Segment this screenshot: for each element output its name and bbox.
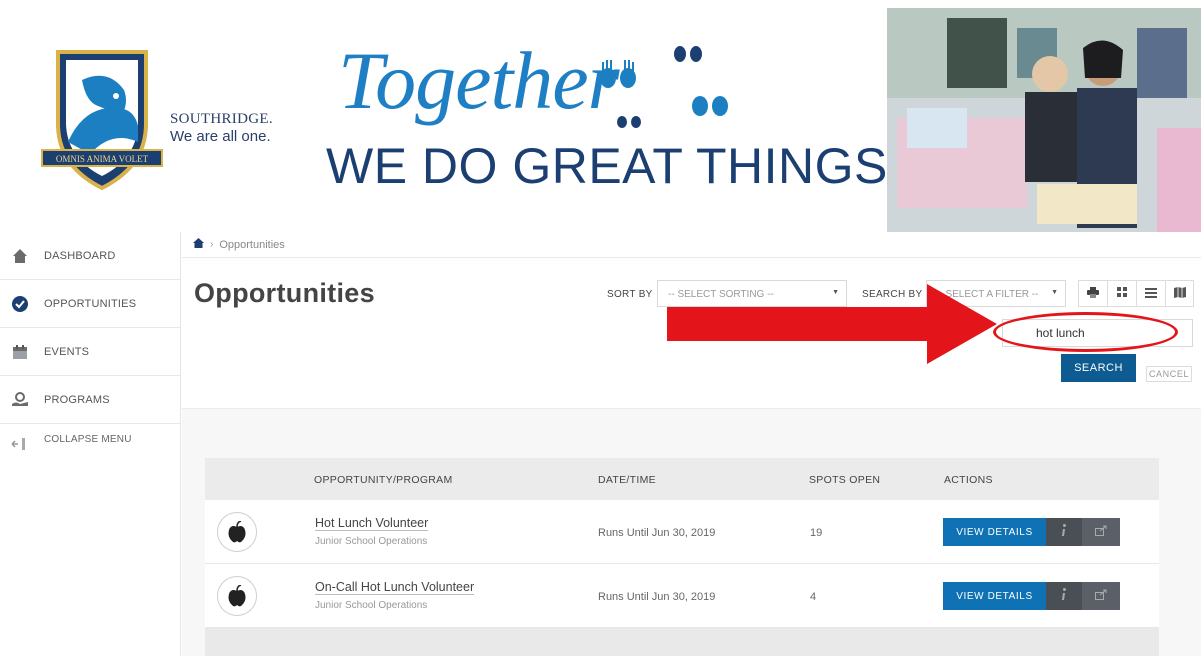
hand-coin-icon — [10, 390, 30, 410]
opportunity-name-link[interactable]: On-Call Hot Lunch Volunteer — [315, 580, 475, 595]
header-banner: OMNIS ANIMA VOLET SOUTHRIDGE. We are all… — [0, 0, 1201, 232]
opportunities-table: OPPORTUNITY/PROGRAM DATE/TIME SPOTS OPEN… — [205, 458, 1159, 656]
table-footer — [205, 628, 1159, 656]
home-icon — [10, 246, 30, 266]
date-time: Runs Until Jun 30, 2019 — [598, 591, 716, 603]
share-button[interactable] — [1082, 518, 1120, 546]
table-row: On-Call Hot Lunch Volunteer Junior Schoo… — [205, 564, 1159, 628]
red-arrow-annotation — [667, 284, 997, 364]
search-button[interactable]: SEARCH — [1061, 354, 1136, 382]
check-circle-icon — [10, 294, 30, 314]
handprints-graphic — [600, 46, 728, 128]
map-view-button[interactable] — [1165, 280, 1194, 307]
sidebar-item-label: DASHBOARD — [44, 249, 116, 262]
breadcrumb-current: Opportunities — [219, 238, 285, 251]
calendar-icon — [10, 342, 30, 362]
apple-icon — [217, 576, 257, 616]
cancel-button[interactable]: CANCEL — [1146, 366, 1192, 382]
list-icon — [1145, 285, 1157, 303]
chevron-right-icon: › — [210, 239, 214, 250]
sidebar-item-label: PROGRAMS — [44, 393, 110, 406]
caret-down-icon: ▼ — [1051, 289, 1058, 296]
column-header: OPPORTUNITY/PROGRAM — [314, 474, 453, 486]
red-circle-annotation — [993, 312, 1178, 352]
column-header: ACTIONS — [944, 474, 993, 486]
share-icon — [1095, 523, 1107, 541]
sidebar-item-label: OPPORTUNITIES — [44, 297, 137, 310]
sidebar-collapse-menu[interactable]: COLLAPSE MENU — [0, 424, 180, 468]
breadcrumb-divider — [182, 257, 1201, 258]
info-icon — [1061, 587, 1067, 605]
share-button[interactable] — [1082, 582, 1120, 610]
sidebar-item-programs[interactable]: PROGRAMS — [0, 376, 180, 424]
column-header: SPOTS OPEN — [809, 474, 881, 486]
sidebar-item-label: COLLAPSE MENU — [44, 434, 132, 445]
program-name: Junior School Operations — [315, 536, 428, 547]
spots-open: 4 — [810, 591, 817, 603]
sidebar-item-dashboard[interactable]: DASHBOARD — [0, 232, 180, 280]
page-title: Opportunities — [194, 278, 375, 308]
printer-icon — [1087, 285, 1099, 303]
school-name-block: SOUTHRIDGE. We are all one. — [170, 110, 273, 146]
program-name: Junior School Operations — [315, 600, 428, 611]
collapse-arrow-icon — [10, 434, 30, 454]
spots-open: 19 — [810, 527, 823, 539]
view-details-button[interactable]: VIEW DETAILS — [943, 518, 1046, 546]
opportunity-name-link[interactable]: Hot Lunch Volunteer — [315, 516, 429, 531]
svg-text:OMNIS ANIMA VOLET: OMNIS ANIMA VOLET — [56, 154, 149, 164]
share-icon — [1095, 587, 1107, 605]
info-button[interactable] — [1046, 518, 1082, 546]
column-header: DATE/TIME — [598, 474, 656, 486]
view-details-button[interactable]: VIEW DETAILS — [943, 582, 1046, 610]
info-button[interactable] — [1046, 582, 1082, 610]
sort-by-label: SORT BY — [607, 289, 653, 300]
list-view-button[interactable] — [1136, 280, 1165, 307]
sidebar-item-label: EVENTS — [44, 345, 90, 358]
map-icon — [1173, 285, 1186, 303]
grid-view-button[interactable] — [1107, 280, 1136, 307]
school-name: SOUTHRIDGE. — [170, 111, 273, 127]
view-toggle-group — [1078, 280, 1194, 307]
table-header: OPPORTUNITY/PROGRAM DATE/TIME SPOTS OPEN… — [205, 458, 1159, 500]
date-time: Runs Until Jun 30, 2019 — [598, 527, 716, 539]
print-button[interactable] — [1078, 280, 1107, 307]
grid-icon — [1116, 285, 1128, 303]
sidebar-item-opportunities[interactable]: OPPORTUNITIES — [0, 280, 180, 328]
sidebar: DASHBOARD OPPORTUNITIES EVENTS PROGRAMS … — [0, 232, 181, 656]
volunteers-photo — [887, 8, 1201, 232]
home-icon[interactable] — [193, 238, 204, 251]
apple-icon — [217, 512, 257, 552]
school-tagline: We are all one. — [170, 128, 271, 145]
breadcrumb: › Opportunities — [193, 238, 285, 251]
headline-script: Together — [338, 35, 620, 126]
info-icon — [1061, 523, 1067, 541]
sidebar-item-events[interactable]: EVENTS — [0, 328, 180, 376]
headline-main: WE DO GREAT THINGS — [326, 138, 888, 194]
table-row: Hot Lunch Volunteer Junior School Operat… — [205, 500, 1159, 564]
school-crest-logo: OMNIS ANIMA VOLET — [41, 50, 163, 191]
